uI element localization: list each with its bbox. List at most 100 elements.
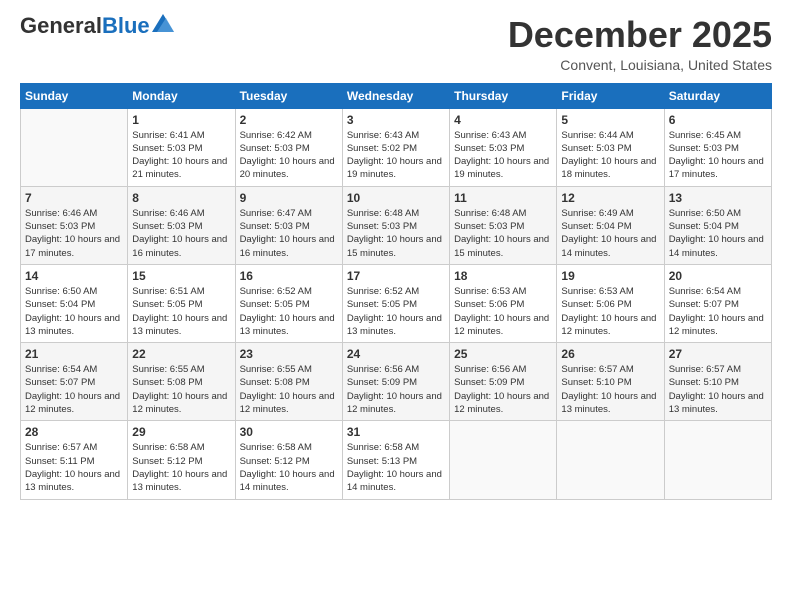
sunrise: Sunrise: 6:44 AM: [561, 130, 633, 141]
day-info: Sunrise: 6:46 AM Sunset: 5:03 PM Dayligh…: [132, 207, 230, 260]
table-row: 15 Sunrise: 6:51 AM Sunset: 5:05 PM Dayl…: [128, 264, 235, 342]
sunset: Sunset: 5:04 PM: [669, 221, 739, 232]
sunrise: Sunrise: 6:46 AM: [25, 208, 97, 219]
col-wednesday: Wednesday: [342, 83, 449, 108]
calendar-week-row: 28 Sunrise: 6:57 AM Sunset: 5:11 PM Dayl…: [21, 421, 772, 499]
table-row: 1 Sunrise: 6:41 AM Sunset: 5:03 PM Dayli…: [128, 108, 235, 186]
day-info: Sunrise: 6:53 AM Sunset: 5:06 PM Dayligh…: [454, 285, 552, 338]
table-row: 12 Sunrise: 6:49 AM Sunset: 5:04 PM Dayl…: [557, 186, 664, 264]
table-row: 8 Sunrise: 6:46 AM Sunset: 5:03 PM Dayli…: [128, 186, 235, 264]
day-info: Sunrise: 6:58 AM Sunset: 5:12 PM Dayligh…: [132, 441, 230, 494]
day-info: Sunrise: 6:57 AM Sunset: 5:10 PM Dayligh…: [669, 363, 767, 416]
day-number: 25: [454, 347, 552, 361]
daylight: Daylight: 10 hours and 14 minutes.: [669, 234, 764, 258]
sunrise: Sunrise: 6:54 AM: [669, 286, 741, 297]
logo-icon: [152, 14, 174, 32]
day-number: 9: [240, 191, 338, 205]
daylight: Daylight: 10 hours and 20 minutes.: [240, 156, 335, 180]
day-number: 6: [669, 113, 767, 127]
sunrise: Sunrise: 6:50 AM: [25, 286, 97, 297]
daylight: Daylight: 10 hours and 19 minutes.: [454, 156, 549, 180]
table-row: 24 Sunrise: 6:56 AM Sunset: 5:09 PM Dayl…: [342, 343, 449, 421]
day-info: Sunrise: 6:48 AM Sunset: 5:03 PM Dayligh…: [347, 207, 445, 260]
daylight: Daylight: 10 hours and 12 minutes.: [454, 391, 549, 415]
col-sunday: Sunday: [21, 83, 128, 108]
sunset: Sunset: 5:07 PM: [25, 377, 95, 388]
day-info: Sunrise: 6:46 AM Sunset: 5:03 PM Dayligh…: [25, 207, 123, 260]
table-row: 6 Sunrise: 6:45 AM Sunset: 5:03 PM Dayli…: [664, 108, 771, 186]
sunrise: Sunrise: 6:53 AM: [561, 286, 633, 297]
day-number: 12: [561, 191, 659, 205]
sunset: Sunset: 5:09 PM: [347, 377, 417, 388]
sunrise: Sunrise: 6:57 AM: [561, 364, 633, 375]
sunrise: Sunrise: 6:52 AM: [240, 286, 312, 297]
day-number: 23: [240, 347, 338, 361]
day-number: 30: [240, 425, 338, 439]
location: Convent, Louisiana, United States: [508, 57, 772, 73]
sunset: Sunset: 5:03 PM: [240, 143, 310, 154]
sunrise: Sunrise: 6:52 AM: [347, 286, 419, 297]
daylight: Daylight: 10 hours and 21 minutes.: [132, 156, 227, 180]
day-info: Sunrise: 6:54 AM Sunset: 5:07 PM Dayligh…: [669, 285, 767, 338]
day-number: 16: [240, 269, 338, 283]
daylight: Daylight: 10 hours and 16 minutes.: [132, 234, 227, 258]
day-number: 14: [25, 269, 123, 283]
daylight: Daylight: 10 hours and 13 minutes.: [669, 391, 764, 415]
day-info: Sunrise: 6:53 AM Sunset: 5:06 PM Dayligh…: [561, 285, 659, 338]
sunset: Sunset: 5:09 PM: [454, 377, 524, 388]
sunset: Sunset: 5:12 PM: [240, 456, 310, 467]
table-row: 2 Sunrise: 6:42 AM Sunset: 5:03 PM Dayli…: [235, 108, 342, 186]
col-saturday: Saturday: [664, 83, 771, 108]
table-row: 25 Sunrise: 6:56 AM Sunset: 5:09 PM Dayl…: [450, 343, 557, 421]
sunset: Sunset: 5:12 PM: [132, 456, 202, 467]
day-number: 27: [669, 347, 767, 361]
sunrise: Sunrise: 6:54 AM: [25, 364, 97, 375]
daylight: Daylight: 10 hours and 13 minutes.: [132, 469, 227, 493]
daylight: Daylight: 10 hours and 15 minutes.: [347, 234, 442, 258]
day-number: 15: [132, 269, 230, 283]
day-number: 1: [132, 113, 230, 127]
col-friday: Friday: [557, 83, 664, 108]
daylight: Daylight: 10 hours and 12 minutes.: [454, 313, 549, 337]
table-row: 18 Sunrise: 6:53 AM Sunset: 5:06 PM Dayl…: [450, 264, 557, 342]
day-info: Sunrise: 6:56 AM Sunset: 5:09 PM Dayligh…: [347, 363, 445, 416]
day-info: Sunrise: 6:52 AM Sunset: 5:05 PM Dayligh…: [347, 285, 445, 338]
calendar-table: Sunday Monday Tuesday Wednesday Thursday…: [20, 83, 772, 500]
daylight: Daylight: 10 hours and 13 minutes.: [347, 313, 442, 337]
sunset: Sunset: 5:07 PM: [669, 299, 739, 310]
daylight: Daylight: 10 hours and 16 minutes.: [240, 234, 335, 258]
daylight: Daylight: 10 hours and 13 minutes.: [240, 313, 335, 337]
table-row: 29 Sunrise: 6:58 AM Sunset: 5:12 PM Dayl…: [128, 421, 235, 499]
day-info: Sunrise: 6:44 AM Sunset: 5:03 PM Dayligh…: [561, 129, 659, 182]
day-info: Sunrise: 6:50 AM Sunset: 5:04 PM Dayligh…: [669, 207, 767, 260]
table-row: 10 Sunrise: 6:48 AM Sunset: 5:03 PM Dayl…: [342, 186, 449, 264]
sunrise: Sunrise: 6:58 AM: [132, 442, 204, 453]
daylight: Daylight: 10 hours and 12 minutes.: [132, 391, 227, 415]
table-row: 17 Sunrise: 6:52 AM Sunset: 5:05 PM Dayl…: [342, 264, 449, 342]
table-row: 16 Sunrise: 6:52 AM Sunset: 5:05 PM Dayl…: [235, 264, 342, 342]
sunset: Sunset: 5:08 PM: [240, 377, 310, 388]
day-number: 18: [454, 269, 552, 283]
table-row: [21, 108, 128, 186]
sunset: Sunset: 5:10 PM: [561, 377, 631, 388]
day-number: 19: [561, 269, 659, 283]
day-number: 13: [669, 191, 767, 205]
sunrise: Sunrise: 6:57 AM: [25, 442, 97, 453]
daylight: Daylight: 10 hours and 12 minutes.: [669, 313, 764, 337]
table-row: [557, 421, 664, 499]
table-row: 30 Sunrise: 6:58 AM Sunset: 5:12 PM Dayl…: [235, 421, 342, 499]
daylight: Daylight: 10 hours and 19 minutes.: [347, 156, 442, 180]
col-thursday: Thursday: [450, 83, 557, 108]
day-number: 28: [25, 425, 123, 439]
sunset: Sunset: 5:06 PM: [561, 299, 631, 310]
daylight: Daylight: 10 hours and 14 minutes.: [240, 469, 335, 493]
day-info: Sunrise: 6:43 AM Sunset: 5:03 PM Dayligh…: [454, 129, 552, 182]
daylight: Daylight: 10 hours and 14 minutes.: [347, 469, 442, 493]
day-info: Sunrise: 6:54 AM Sunset: 5:07 PM Dayligh…: [25, 363, 123, 416]
daylight: Daylight: 10 hours and 13 minutes.: [561, 391, 656, 415]
daylight: Daylight: 10 hours and 12 minutes.: [240, 391, 335, 415]
day-info: Sunrise: 6:58 AM Sunset: 5:12 PM Dayligh…: [240, 441, 338, 494]
table-row: 9 Sunrise: 6:47 AM Sunset: 5:03 PM Dayli…: [235, 186, 342, 264]
day-number: 7: [25, 191, 123, 205]
calendar-week-row: 1 Sunrise: 6:41 AM Sunset: 5:03 PM Dayli…: [21, 108, 772, 186]
